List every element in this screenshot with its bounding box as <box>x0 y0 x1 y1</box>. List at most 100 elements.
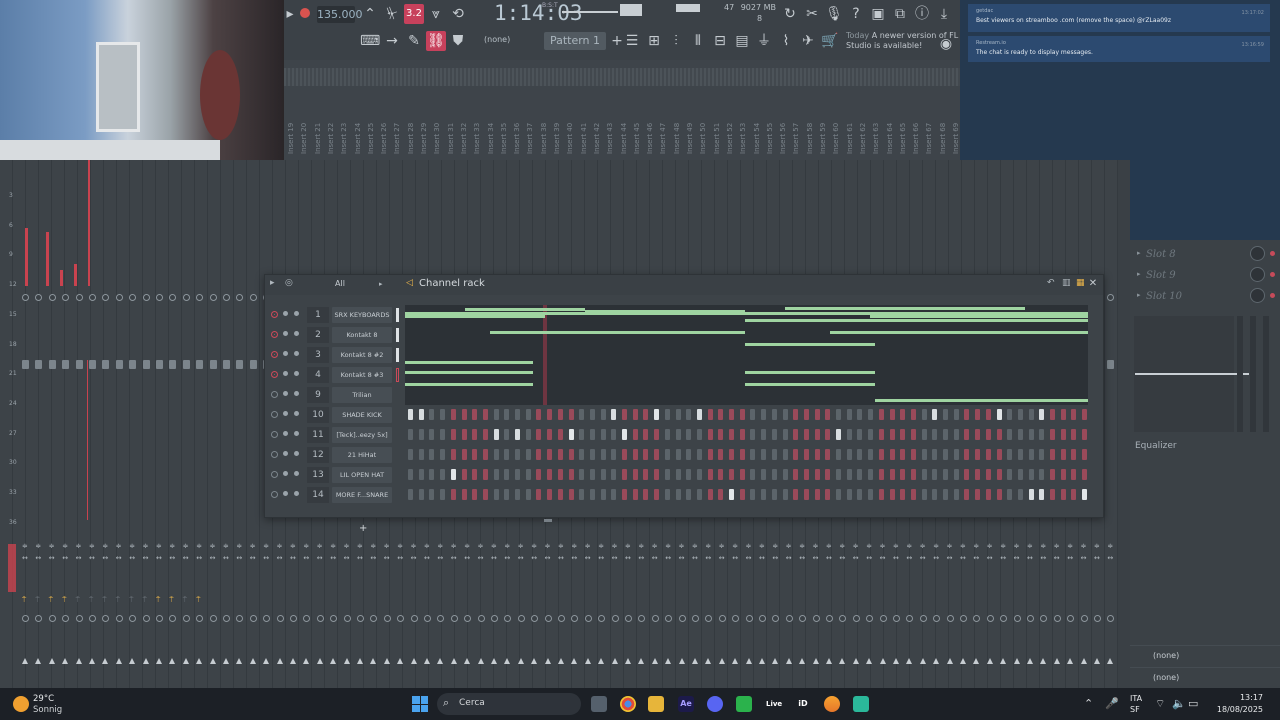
pan-knob[interactable] <box>919 615 927 622</box>
insert-label[interactable]: Insert 42 <box>593 123 601 154</box>
step-button[interactable] <box>504 469 510 480</box>
route-link-icon[interactable]: ↔ <box>384 554 390 562</box>
route-link-icon[interactable]: ↔ <box>290 554 296 562</box>
step-button[interactable] <box>472 469 478 480</box>
pan-knob[interactable] <box>879 615 887 622</box>
step-button[interactable] <box>814 409 820 420</box>
step-button[interactable] <box>750 429 756 440</box>
send-arrow-icon[interactable] <box>611 658 618 664</box>
channel-volume-knob[interactable] <box>294 311 299 316</box>
route-link-icon[interactable]: ↔ <box>156 554 162 562</box>
channel-name-button[interactable]: Kontakt 8 #3 <box>332 367 392 383</box>
route-link-icon[interactable]: ↔ <box>1094 554 1100 562</box>
step-button[interactable] <box>429 489 435 500</box>
fx-slot-icon[interactable]: ⍑ <box>143 596 147 605</box>
route-up-icon[interactable]: ≑ <box>1094 542 1100 550</box>
step-button[interactable] <box>868 409 874 420</box>
insert-label[interactable]: Insert 60 <box>832 123 840 154</box>
step-button[interactable] <box>1028 449 1034 460</box>
fx-slot-icon[interactable]: ⍑ <box>116 596 120 605</box>
pan-knob[interactable] <box>89 294 96 301</box>
piano-roll-icon[interactable]: ⫴ <box>688 31 708 51</box>
step-button[interactable] <box>600 429 606 440</box>
step-button[interactable] <box>579 449 585 460</box>
step-button[interactable] <box>943 469 948 480</box>
route-up-icon[interactable]: ≑ <box>491 542 497 550</box>
step-button[interactable] <box>654 409 660 420</box>
step-button[interactable] <box>803 429 809 440</box>
pan-knob[interactable] <box>852 615 860 622</box>
pan-knob[interactable] <box>1080 615 1088 622</box>
route-up-icon[interactable]: ≑ <box>933 542 939 550</box>
step-button[interactable] <box>707 409 713 420</box>
route-up-icon[interactable]: ≑ <box>169 542 175 550</box>
insert-label[interactable]: Insert 29 <box>420 123 428 154</box>
route-up-icon[interactable]: ≑ <box>719 542 725 550</box>
send-arrow-icon[interactable] <box>182 658 189 664</box>
pan-knob[interactable] <box>1094 615 1101 622</box>
step-button[interactable] <box>557 489 563 500</box>
route-up-icon[interactable]: ≑ <box>129 542 135 550</box>
step-button[interactable] <box>696 429 702 440</box>
route-link-icon[interactable]: ↔ <box>947 554 953 562</box>
route-link-icon[interactable]: ↔ <box>22 554 28 562</box>
step-button[interactable] <box>589 469 595 480</box>
step-button[interactable] <box>493 489 499 500</box>
step-button[interactable] <box>739 429 745 440</box>
step-button[interactable] <box>771 489 777 500</box>
send-arrow-icon[interactable] <box>491 658 497 664</box>
send-arrow-icon[interactable] <box>102 658 109 664</box>
step-button[interactable] <box>482 489 488 500</box>
start-icon[interactable] <box>412 696 428 712</box>
route-link-icon[interactable]: ↔ <box>1014 554 1020 562</box>
pan-knob[interactable] <box>156 294 163 301</box>
insert-label[interactable]: Insert 21 <box>314 123 322 154</box>
step-button[interactable] <box>825 409 831 420</box>
step-button[interactable] <box>782 469 788 480</box>
route-up-icon[interactable]: ≑ <box>344 542 350 550</box>
pan-knob[interactable] <box>678 615 686 622</box>
route-link-icon[interactable]: ↔ <box>813 554 819 562</box>
mixer-channel-strip[interactable] <box>182 160 195 688</box>
insert-label[interactable]: Insert 22 <box>327 123 335 154</box>
step-button[interactable] <box>418 489 424 500</box>
route-up-icon[interactable]: ≑ <box>598 542 604 550</box>
route-up-icon[interactable]: ≑ <box>826 542 832 550</box>
step-button[interactable] <box>846 469 852 480</box>
step-button[interactable] <box>868 429 874 440</box>
route-up-icon[interactable]: ≑ <box>545 542 551 550</box>
pan-knob[interactable] <box>48 615 56 622</box>
step-button[interactable] <box>996 489 1002 500</box>
step-button[interactable] <box>568 469 574 480</box>
piano-roll-preview[interactable] <box>405 305 1088 405</box>
insert-label[interactable]: Insert 53 <box>739 123 747 154</box>
route-up-icon[interactable]: ≑ <box>1081 542 1087 550</box>
step-button[interactable] <box>718 469 724 480</box>
pan-knob[interactable] <box>209 294 217 301</box>
channel-insert-number[interactable]: 1 <box>307 307 329 323</box>
fx-slot-icon[interactable]: ⍑ <box>196 596 200 605</box>
route-link-icon[interactable]: ↔ <box>906 554 912 562</box>
step-button[interactable] <box>857 489 863 500</box>
route-up-icon[interactable]: ≑ <box>786 542 792 550</box>
send-arrow-icon[interactable] <box>879 658 886 664</box>
step-button[interactable] <box>1050 489 1055 500</box>
send-arrow-icon[interactable] <box>745 658 752 664</box>
pan-knob[interactable] <box>156 615 163 622</box>
step-button[interactable] <box>589 489 595 500</box>
route-up-icon[interactable]: ≑ <box>156 542 162 550</box>
step-button[interactable] <box>814 469 820 480</box>
tempo-display[interactable]: 135.000 <box>317 6 363 23</box>
route-up-icon[interactable]: ≑ <box>223 542 229 550</box>
step-button[interactable] <box>408 409 413 420</box>
step-button[interactable] <box>803 489 809 500</box>
route-link-icon[interactable]: ↔ <box>598 554 604 562</box>
send-arrow-icon[interactable] <box>1053 658 1060 664</box>
plugin-icon[interactable]: ⧉ <box>890 4 910 24</box>
step-button[interactable] <box>472 429 478 440</box>
step-button[interactable] <box>739 449 745 460</box>
send-arrow-icon[interactable] <box>1013 658 1020 664</box>
close-icon[interactable]: ✕ <box>1087 278 1099 289</box>
send-arrow-icon[interactable] <box>223 658 229 664</box>
route-link-icon[interactable]: ↔ <box>679 554 685 562</box>
